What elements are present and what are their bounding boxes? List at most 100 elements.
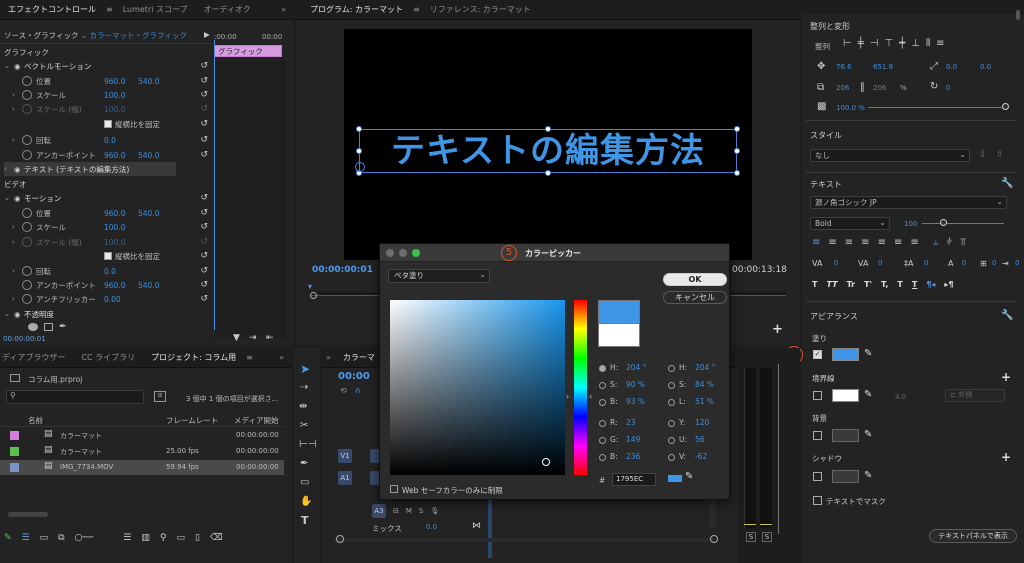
- program-menu-icon[interactable]: ≡: [411, 5, 422, 14]
- justify-all-icon[interactable]: ≡: [910, 237, 918, 248]
- align-center-h-icon[interactable]: ╪: [858, 38, 864, 49]
- valign-center-icon[interactable]: ⫩: [946, 237, 952, 248]
- title-handle-br[interactable]: [734, 170, 740, 176]
- mask-checkbox[interactable]: [813, 496, 822, 505]
- reset-icon[interactable]: ↺: [200, 90, 208, 100]
- align-top-icon[interactable]: ⊤: [884, 38, 893, 49]
- title-handle-tl[interactable]: [356, 126, 362, 132]
- mic-icon[interactable]: 🎙: [430, 507, 439, 515]
- stopwatch-icon[interactable]: [22, 294, 32, 304]
- tab-program[interactable]: プログラム: カラーマット: [302, 4, 411, 15]
- stopwatch-icon[interactable]: [22, 222, 32, 232]
- rgb-b-value[interactable]: 236: [626, 452, 640, 461]
- rectangle-tool-icon[interactable]: ▭: [300, 477, 309, 488]
- stroke-eyedropper-icon[interactable]: ✎: [864, 389, 872, 400]
- effect-playhead[interactable]: [214, 40, 215, 330]
- reset-icon[interactable]: ↺: [200, 251, 208, 261]
- stopwatch-icon[interactable]: [22, 266, 32, 276]
- eg-position-x[interactable]: 76.6: [836, 63, 852, 71]
- background-eyedropper-icon[interactable]: ✎: [864, 429, 872, 440]
- hsb-s-value[interactable]: 90 %: [626, 380, 645, 389]
- radio-blue[interactable]: [599, 453, 606, 461]
- font-size-slider-knob[interactable]: [940, 219, 947, 226]
- icon-view-icon[interactable]: ▭: [40, 533, 49, 543]
- reset-icon[interactable]: ↺: [200, 76, 208, 86]
- link-icon[interactable]: ∥: [860, 82, 865, 93]
- title-text[interactable]: テキストの編集方法: [359, 128, 737, 174]
- zoom-slider-icon[interactable]: ○──: [75, 533, 94, 543]
- magnet-icon[interactable]: ∩: [355, 386, 361, 395]
- radio-b[interactable]: [599, 398, 606, 406]
- reset-icon[interactable]: ↺: [200, 266, 208, 276]
- hsb-b-value[interactable]: 93 %: [626, 397, 645, 406]
- hand-tool-icon[interactable]: ✋: [300, 496, 312, 507]
- list-view-icon[interactable]: ☰: [22, 533, 30, 543]
- anchor-x-value[interactable]: 960.0: [104, 281, 125, 290]
- stroke-plus-icon[interactable]: +: [1001, 370, 1011, 384]
- list-item[interactable]: ▤ カラーマット 25.00 fps 00:00:00:00: [0, 444, 284, 459]
- align-bottom-icon[interactable]: ⊥: [911, 38, 920, 49]
- expand-chevron-icon[interactable]: ›: [12, 223, 22, 231]
- position-x-value[interactable]: 960.0: [104, 209, 125, 218]
- expand-chevron-icon[interactable]: ›: [12, 136, 22, 144]
- hsl-h-value[interactable]: 204 °: [695, 363, 715, 372]
- row-vector-motion[interactable]: ⌄ ◉ ベクトルモーション ↺: [4, 59, 214, 73]
- background-checkbox[interactable]: [813, 431, 822, 440]
- timeline-hscroll-handle-left[interactable]: [336, 535, 344, 543]
- stopwatch-icon[interactable]: [22, 90, 32, 100]
- list-item[interactable]: ▤ IMG_7734.MOV 59.94 fps 00:00:00:00: [0, 460, 284, 475]
- reset-icon[interactable]: ↺: [200, 280, 208, 290]
- tab-audio[interactable]: オーディオク: [196, 4, 259, 15]
- eg-anchor-y[interactable]: 0.0: [980, 63, 991, 71]
- hex-input[interactable]: 1795EC: [612, 473, 656, 486]
- stopwatch-icon[interactable]: [22, 208, 32, 218]
- valign-bottom-icon[interactable]: ⫪: [960, 237, 966, 248]
- eye-icon[interactable]: ◉: [14, 62, 24, 71]
- justify-center-icon[interactable]: ≡: [878, 237, 886, 248]
- superscript-icon[interactable]: T,: [881, 280, 888, 289]
- project-hscroll[interactable]: [8, 512, 48, 517]
- yuv-v-value[interactable]: -62: [695, 452, 707, 461]
- faux-bold-icon[interactable]: T: [812, 280, 817, 289]
- label-color-swatch[interactable]: [10, 463, 19, 472]
- kerning-value[interactable]: 0: [878, 259, 882, 267]
- expand-chevron-icon[interactable]: ›: [4, 165, 14, 173]
- shadow-color-swatch[interactable]: [832, 470, 859, 483]
- find-icon[interactable]: ⚲: [160, 533, 167, 543]
- radio-g[interactable]: [599, 436, 606, 444]
- tab-effect-controls[interactable]: エフェクトコントロール: [0, 4, 104, 15]
- weight-dropdown[interactable]: Bold ⌄: [810, 217, 890, 230]
- stroke-checkbox[interactable]: [813, 391, 822, 400]
- tracking-value[interactable]: 0: [834, 259, 838, 267]
- tab-media-browser[interactable]: ディアブラウザー: [0, 352, 73, 363]
- scale-value[interactable]: 100.0: [104, 223, 125, 232]
- rtl-icon[interactable]: ¶◂: [926, 280, 935, 289]
- appearance-wrench-icon[interactable]: 🔧: [1001, 310, 1013, 321]
- program-zoom-handle-left[interactable]: [310, 292, 317, 299]
- cancel-button[interactable]: キャンセル: [663, 291, 727, 304]
- ripple-edit-tool-icon[interactable]: ⇹: [299, 401, 307, 412]
- fill-eyedropper-icon[interactable]: ✎: [864, 348, 872, 359]
- uniform-scale-checkbox[interactable]: [104, 120, 112, 128]
- reset-icon[interactable]: ↺: [200, 61, 208, 71]
- effect-timeline-clip[interactable]: グラフィック: [214, 45, 282, 57]
- align-text-right-icon[interactable]: ≡: [845, 237, 853, 248]
- font-dropdown[interactable]: 源ノ角ゴシック JP ⌄: [810, 196, 1007, 209]
- hue-slider-arrow-icon[interactable]: ›: [566, 392, 569, 401]
- filter-icon[interactable]: ▼: [233, 333, 240, 343]
- track-output-icon[interactable]: ⊟: [393, 507, 399, 515]
- row-opacity[interactable]: ⌄ ◉ 不透明度: [4, 307, 214, 321]
- rgb-g-value[interactable]: 149: [626, 435, 640, 444]
- original-color-swatch[interactable]: [598, 324, 640, 347]
- expand-chevron-icon[interactable]: ›: [12, 267, 22, 275]
- track-select-tool-icon[interactable]: ⇢: [300, 382, 308, 393]
- effect-controls-menu-icon[interactable]: ≡: [104, 5, 115, 14]
- radio-hsl-l[interactable]: [668, 398, 675, 406]
- anchor-point-icon[interactable]: [355, 162, 365, 172]
- eg-opacity[interactable]: 100.0 %: [836, 104, 865, 112]
- close-window-icon[interactable]: [386, 249, 394, 257]
- solo-left-button[interactable]: S: [746, 532, 756, 542]
- radio-u[interactable]: [668, 436, 675, 444]
- eye-icon[interactable]: ◉: [14, 310, 24, 319]
- tsume-value[interactable]: 0: [992, 259, 996, 267]
